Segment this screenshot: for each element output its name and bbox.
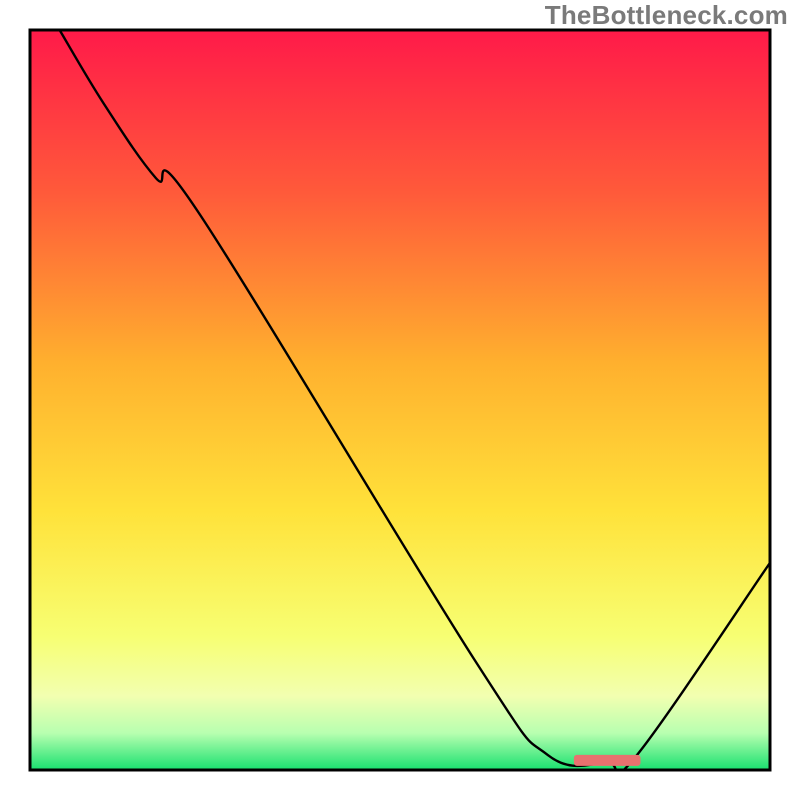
optimal-range-marker xyxy=(574,755,641,766)
watermark-text: TheBottleneck.com xyxy=(545,0,788,31)
plot-background xyxy=(30,30,770,770)
chart-container: TheBottleneck.com xyxy=(0,0,800,800)
bottleneck-chart xyxy=(0,0,800,800)
